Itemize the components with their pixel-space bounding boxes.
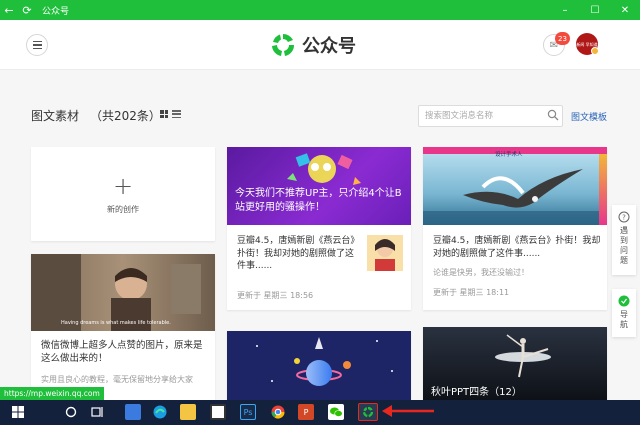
article-cover: Having dreams is what makes life tolerab…	[31, 254, 215, 331]
wechat-icon[interactable]	[328, 404, 344, 420]
minimize-icon[interactable]: –	[550, 0, 580, 20]
title-bar: ← ⟳ 公众号 – ☐ ✕	[0, 0, 640, 20]
article-card[interactable]: 今天我们不推荐UP主，只介绍4个让B站更好用的骚操作！ 豆瓣4.5，唐嫣新剧《燕…	[227, 147, 411, 310]
nav-label: 导航	[620, 310, 628, 329]
article-card[interactable]: 设计手术人 豆瓣4.5，唐嫣新剧《燕云台》扑街！我却对她的剧照做了这件事....…	[423, 147, 607, 310]
qr-app-icon[interactable]	[210, 404, 226, 420]
section-title: 图文素材	[31, 109, 80, 123]
wechat-mp-logo-icon	[272, 33, 295, 56]
grid-view-icon[interactable]	[160, 110, 168, 118]
task-view-icon[interactable]	[90, 404, 106, 420]
window-controls: – ☐ ✕	[550, 0, 640, 20]
article-update-time: 更新于 星期三 18:56	[237, 291, 314, 300]
nav-float-button[interactable]: 导航	[612, 289, 636, 337]
new-creation-label: 新的创作	[107, 204, 139, 214]
article-title: 豆瓣4.5，唐嫣新剧《燕云台》扑街！我却对她的剧照做了这件事......	[237, 236, 360, 271]
template-link[interactable]: 图文模板	[571, 110, 607, 123]
logo-title: 公众号	[302, 36, 356, 57]
article-description: 论谁是快男，我还没输过！	[433, 268, 529, 277]
cover-caption: Having dreams is what makes life tolerab…	[61, 320, 171, 326]
new-creation-card[interactable]: + 新的创作	[31, 147, 215, 241]
article-cover: 今天我们不推荐UP主，只介绍4个让B站更好用的骚操作！	[227, 147, 411, 225]
back-arrow-icon[interactable]: ←	[0, 0, 18, 20]
section-count: （共202条）	[90, 109, 161, 123]
article-description: 实用且良心的教程，毫无保留地分享给大家	[41, 375, 193, 384]
plus-icon: +	[112, 171, 134, 200]
help-label: 遇到问题	[620, 226, 628, 265]
article-cover-text: 秋叶PPT四条（12）	[431, 387, 522, 398]
close-icon[interactable]: ✕	[610, 0, 640, 20]
navigation-icon	[618, 295, 630, 307]
article-card[interactable]: 秋叶PPT四条（12）	[423, 327, 607, 400]
file-explorer-icon[interactable]	[180, 404, 196, 420]
article-cover: 设计手术人	[423, 147, 607, 225]
edge-browser-icon[interactable]	[152, 404, 168, 420]
article-title: 微信微博上超多人点赞的图片，原来是这么做出来的！	[41, 340, 203, 364]
cover-right-stripe	[599, 154, 607, 225]
wechat-mp-taskbar-icon[interactable]	[358, 403, 378, 421]
maximize-icon[interactable]: ☐	[580, 0, 610, 20]
search-icon[interactable]	[547, 109, 559, 121]
article-title: 豆瓣4.5，唐嫣新剧《燕云台》扑街！我却对她的剧照做了这件事......	[433, 236, 601, 259]
logo: 公众号	[270, 32, 356, 58]
help-float-button[interactable]: ? 遇到问题	[612, 205, 636, 275]
article-update-time: 更新于 星期三 18:11	[433, 288, 510, 297]
powerpoint-icon[interactable]: P	[298, 404, 314, 420]
space-illustration	[256, 337, 393, 386]
refresh-icon[interactable]: ⟳	[18, 0, 36, 20]
help-question-icon: ?	[618, 211, 630, 223]
windows-start-icon[interactable]	[10, 404, 26, 420]
article-cover-text: 今天我们不推荐UP主，只介绍4个让B站更好用的骚操作！	[235, 188, 402, 213]
photoshop-icon[interactable]: Ps	[240, 404, 256, 420]
search-input[interactable]	[418, 105, 563, 127]
article-card[interactable]	[227, 331, 411, 400]
menu-icon	[32, 41, 42, 43]
article-thumbnail	[367, 235, 403, 271]
article-card[interactable]: Having dreams is what makes life tolerab…	[31, 254, 215, 400]
avatar-status-dot	[591, 47, 599, 55]
list-view-icon[interactable]	[172, 110, 181, 118]
article-cover	[227, 331, 411, 400]
search-icon[interactable]	[63, 404, 79, 420]
status-url: https://mp.weixin.qq.com	[0, 387, 104, 400]
chrome-icon[interactable]	[270, 404, 286, 420]
red-arrow-annotation	[382, 405, 434, 417]
svg-text:?: ?	[622, 214, 626, 222]
taskbar: Ps P	[0, 400, 640, 425]
article-cover: 秋叶PPT四条（12）	[423, 327, 607, 400]
app-icon-cube[interactable]	[125, 404, 141, 420]
menu-button[interactable]	[26, 34, 48, 56]
mail-badge: 23	[555, 32, 570, 45]
window-title: 公众号	[42, 6, 70, 17]
seagull-illustration	[423, 169, 607, 225]
top-header: 公众号 ✉ 23 新闻 早知道	[0, 20, 640, 70]
